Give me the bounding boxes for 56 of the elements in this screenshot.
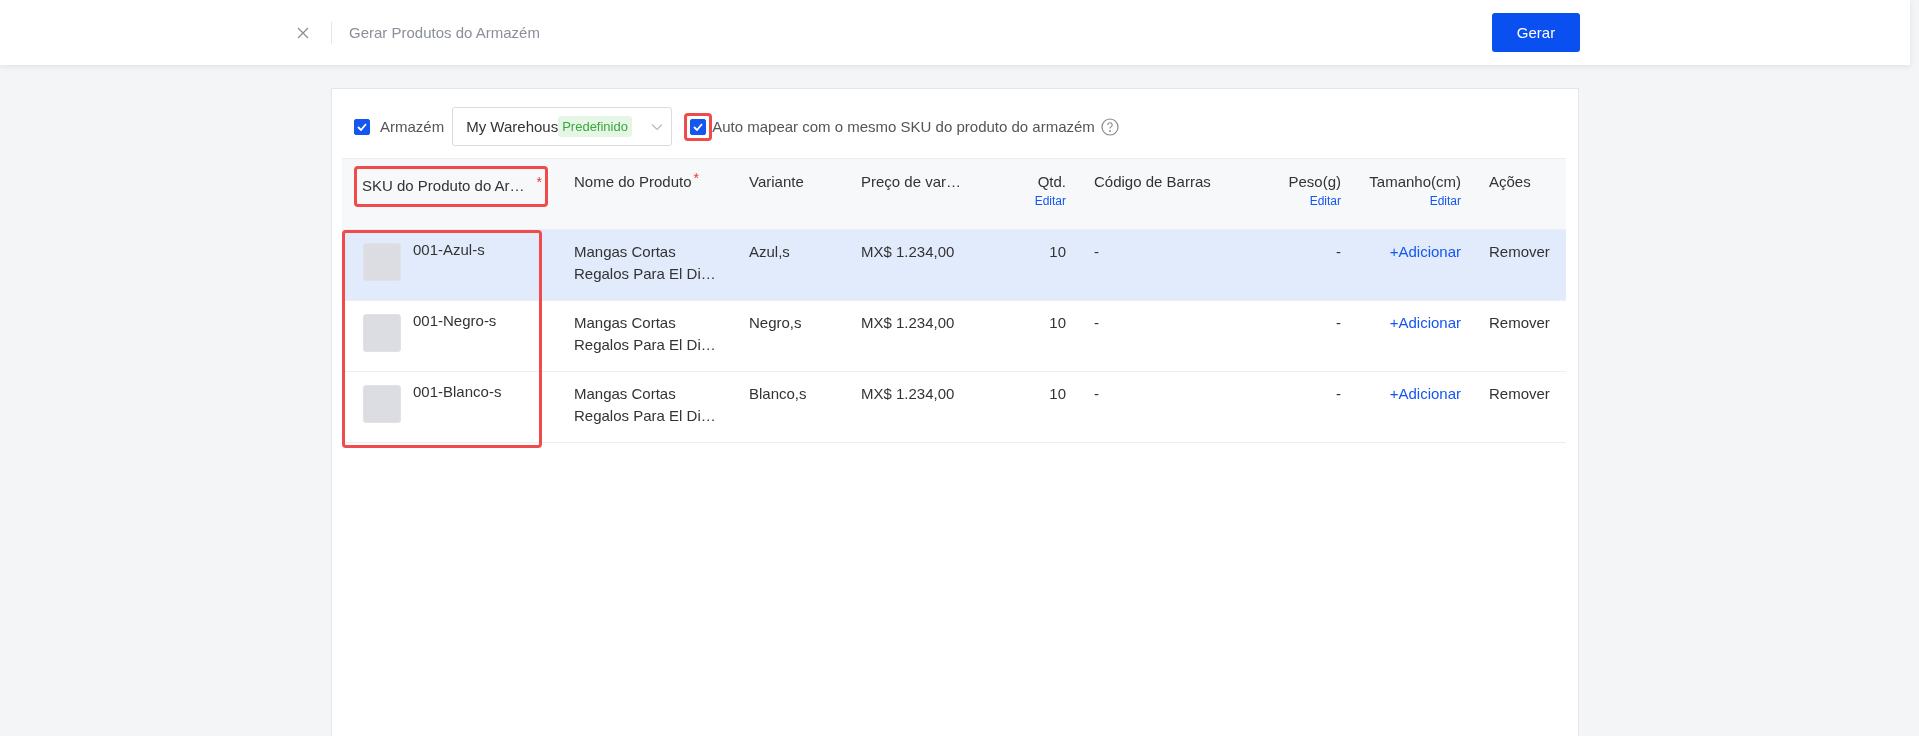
barcode-text: -	[1094, 314, 1099, 331]
page-title: Gerar Produtos do Armazém	[349, 24, 541, 41]
weight-text: -	[1336, 314, 1341, 331]
edit-link[interactable]: Editar	[1429, 194, 1461, 208]
column-header: Preço de var…	[861, 173, 962, 190]
warehouse-select[interactable]: My Warehous Predefinido	[452, 107, 673, 146]
product-name: Mangas Cortas Regalos Para El Di…	[574, 384, 717, 426]
chevron-down-icon	[651, 122, 664, 131]
barcode-text: -	[1094, 385, 1099, 402]
price-text: MX$ 1.234,00	[861, 385, 955, 402]
column-header: Ações	[1489, 173, 1531, 190]
sku-text: 001-Blanco-s	[413, 383, 502, 400]
barcode-text: -	[1094, 243, 1099, 260]
weight-text: -	[1336, 385, 1341, 402]
sku-text: 001-Azul-s	[413, 241, 485, 258]
product-name: Mangas Cortas Regalos Para El Di…	[574, 313, 717, 355]
add-size-link[interactable]: +Adicionar	[1389, 385, 1461, 402]
weight-text: -	[1336, 243, 1341, 260]
checkbox[interactable]	[354, 118, 370, 135]
required-mark: *	[536, 174, 543, 190]
auto-map-label: Auto mapear com o mesmo SKU do produto do armazém	[712, 118, 1095, 135]
column-header: Nome do Produto	[574, 173, 692, 190]
checkbox[interactable]	[690, 118, 707, 135]
variant-text: Negro,s	[749, 314, 802, 331]
remove-link[interactable]: Remover	[1489, 314, 1550, 331]
photo-placeholder	[363, 385, 401, 423]
edit-link[interactable]: Editar	[1309, 194, 1341, 208]
price-text: MX$ 1.234,00	[861, 314, 955, 331]
variant-text: Azul,s	[749, 243, 790, 260]
remove-link[interactable]: Remover	[1489, 385, 1550, 402]
add-size-link[interactable]: +Adicionar	[1389, 243, 1461, 260]
sku-text: 001-Negro-s	[413, 312, 497, 329]
quantity-text: 10	[1049, 314, 1066, 331]
edit-link[interactable]: Editar	[1034, 194, 1066, 208]
quantity-text: 10	[1049, 385, 1066, 402]
variant-text: Blanco,s	[749, 385, 807, 402]
product-name: Mangas Cortas Regalos Para El Di…	[574, 242, 717, 284]
check-icon	[693, 122, 704, 131]
column-header: Qtd.	[1037, 173, 1066, 190]
warehouse-label: Armazém	[380, 118, 445, 135]
column-header: Tamanho(cm)	[1369, 173, 1461, 190]
column-header: Código de Barras	[1094, 173, 1211, 190]
remove-link[interactable]: Remover	[1489, 243, 1550, 260]
check-icon	[357, 122, 367, 131]
photo-placeholder	[363, 243, 401, 281]
column-header: Variante	[749, 173, 804, 190]
default-badge: Predefinido	[558, 116, 632, 137]
help-icon[interactable]	[1100, 117, 1119, 136]
add-size-link[interactable]: +Adicionar	[1389, 314, 1461, 331]
generate-button[interactable]: Gerar	[1492, 13, 1580, 52]
price-text: MX$ 1.234,00	[861, 243, 955, 260]
quantity-text: 10	[1049, 243, 1066, 260]
column-header: SKU do Produto do Ar…	[362, 177, 525, 194]
photo-placeholder	[363, 314, 401, 352]
required-mark: *	[693, 170, 700, 186]
column-header: Peso(g)	[1288, 173, 1341, 190]
